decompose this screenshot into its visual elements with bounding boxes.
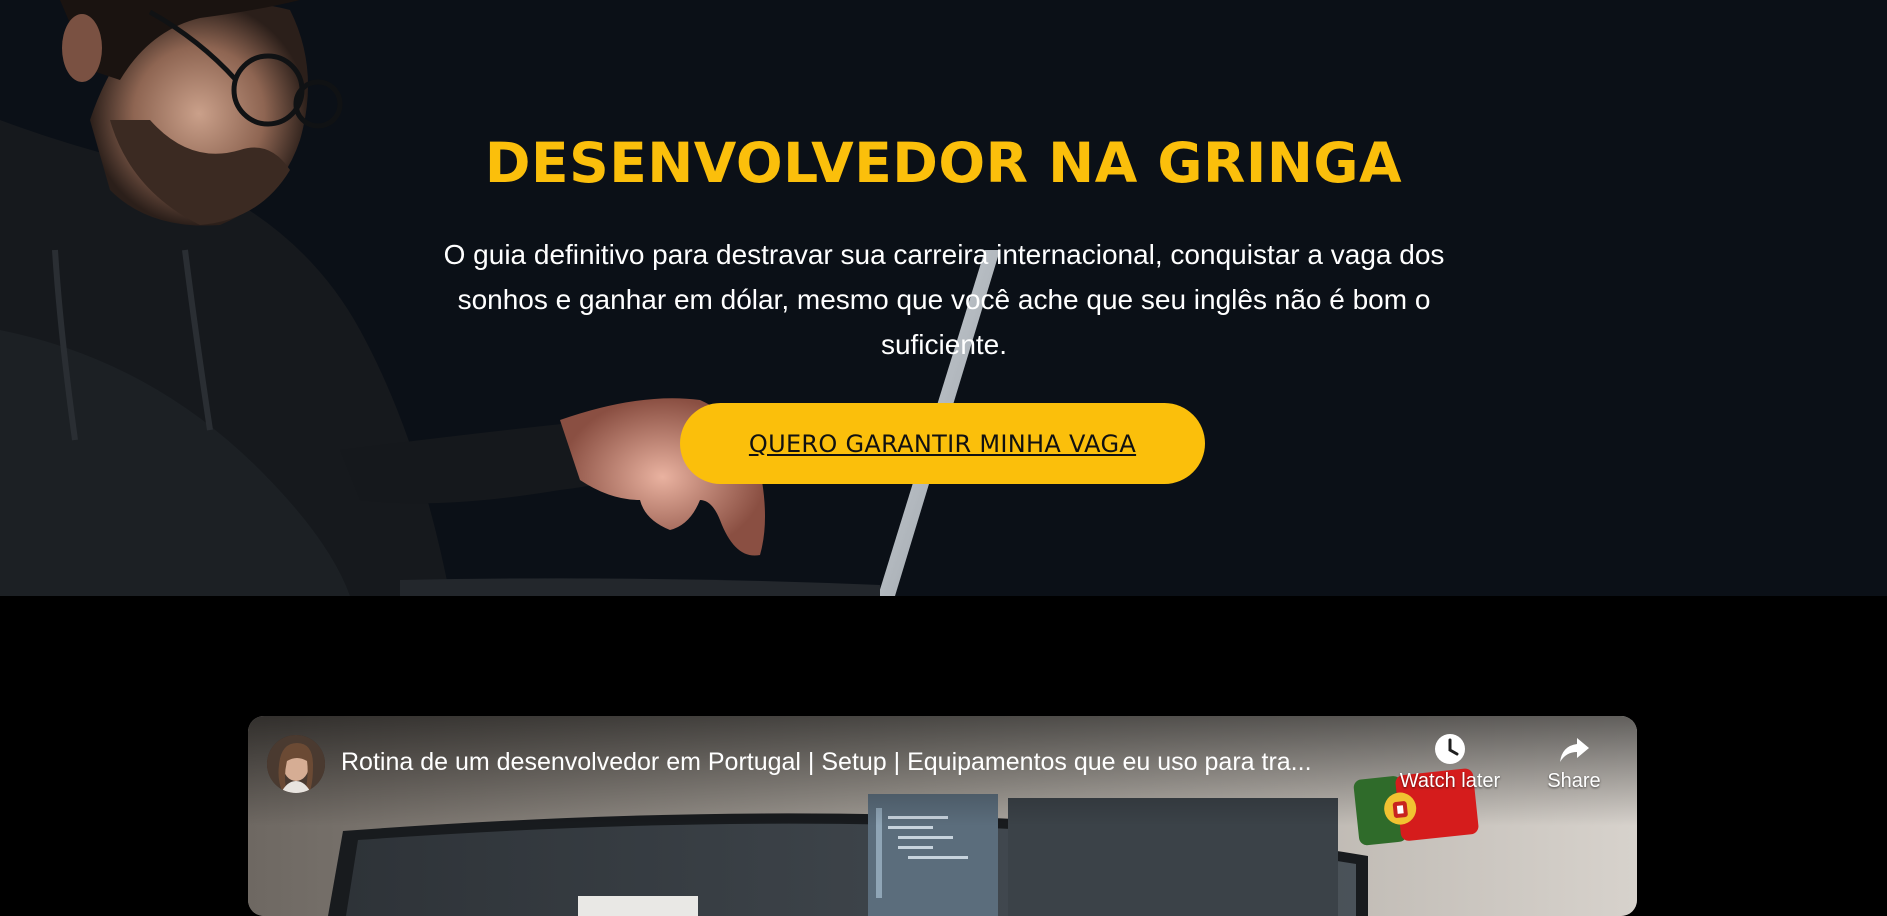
avatar-image xyxy=(267,735,325,793)
watch-later-button[interactable]: Watch later xyxy=(1390,732,1510,793)
clock-icon xyxy=(1435,734,1465,764)
hero-section: DESENVOLVEDOR NA GRINGA O guia definitiv… xyxy=(0,0,1887,596)
share-button[interactable]: Share xyxy=(1534,732,1614,793)
hero-subtitle: O guia definitivo para destravar sua car… xyxy=(443,239,1445,360)
watch-later-label: Watch later xyxy=(1399,770,1501,792)
hero-title: DESENVOLVEDOR NA GRINGA xyxy=(484,131,1403,195)
youtube-video-embed[interactable]: Rotina de um desenvolvedor em Portugal |… xyxy=(248,716,1637,916)
cta-button[interactable]: QUERO GARANTIR MINHA VAGA xyxy=(680,403,1205,484)
video-title[interactable]: Rotina de um desenvolvedor em Portugal |… xyxy=(341,748,1381,777)
share-arrow-icon xyxy=(1560,738,1589,762)
channel-avatar[interactable] xyxy=(267,735,325,793)
share-label: Share xyxy=(1547,770,1601,792)
